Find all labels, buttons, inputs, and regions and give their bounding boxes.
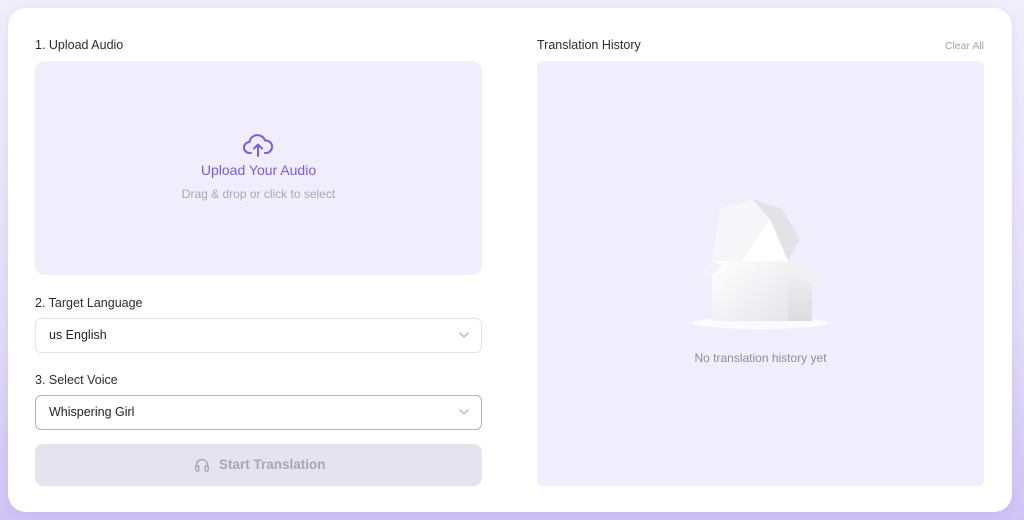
language-section-label: 2. Target Language: [35, 296, 143, 310]
history-panel: No translation history yet: [537, 61, 984, 486]
translator-card: 1. Upload Audio Upload Your Audio Drag &…: [8, 8, 1012, 512]
voice-value: Whispering Girl: [49, 405, 135, 419]
chevron-down-icon: [459, 332, 469, 338]
empty-box-icon: [692, 199, 828, 329]
voice-select[interactable]: Whispering Girl: [35, 395, 482, 430]
cloud-upload-icon: [243, 134, 273, 157]
target-language-select[interactable]: us English: [35, 318, 482, 353]
upload-subtitle: Drag & drop or click to select: [181, 187, 336, 201]
empty-history-text: No translation history yet: [694, 351, 827, 365]
chevron-down-icon: [459, 409, 469, 415]
upload-dropzone[interactable]: Upload Your Audio Drag & drop or click t…: [35, 61, 482, 275]
upload-title: Upload Your Audio: [200, 162, 317, 178]
target-language-value: us English: [49, 328, 107, 342]
start-translation-label: Start Translation: [219, 457, 326, 472]
upload-section-label: 1. Upload Audio: [35, 38, 124, 52]
voice-section-label: 3. Select Voice: [35, 373, 118, 387]
clear-all-button[interactable]: Clear All: [945, 40, 984, 52]
history-title: Translation History: [537, 38, 641, 52]
headphones-icon: [195, 458, 209, 472]
start-translation-button[interactable]: Start Translation: [35, 444, 482, 486]
